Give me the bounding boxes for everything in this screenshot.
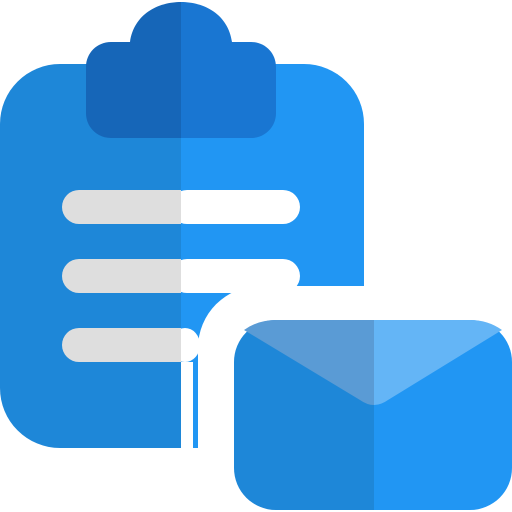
text-line-3: [62, 328, 200, 362]
clipboard-clip: [86, 2, 276, 138]
clipboard-divider-gap: [181, 362, 193, 448]
envelope: [234, 320, 512, 510]
text-line-1: [62, 190, 300, 224]
clipboard-mail-icon: [0, 2, 512, 512]
icon-canvas: [0, 0, 512, 512]
